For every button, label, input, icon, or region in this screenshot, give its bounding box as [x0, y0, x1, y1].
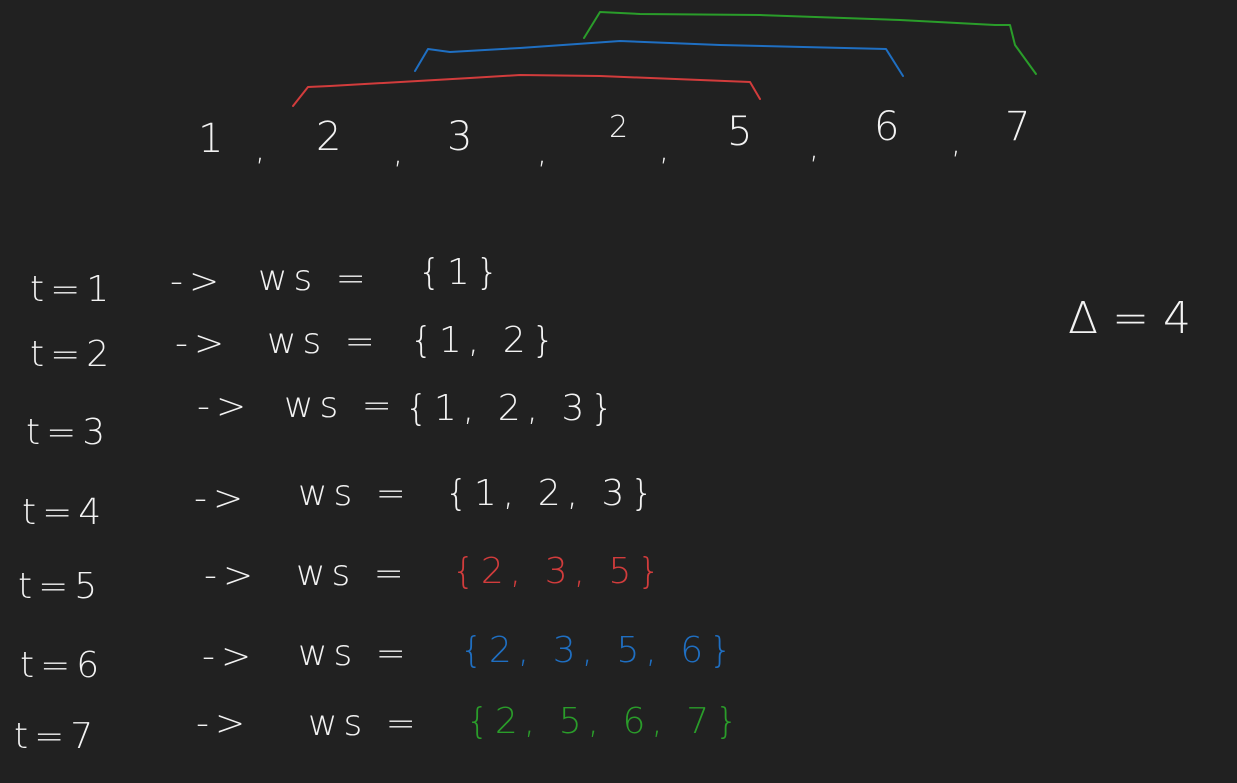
arrow-symbol: ->	[194, 478, 249, 519]
sequence-comma: ,	[951, 123, 961, 161]
ws-label: ws =	[284, 385, 398, 426]
delta-label: Δ = 4	[1068, 293, 1191, 344]
working-set: {1, 2, 3}	[405, 388, 619, 429]
arrow-symbol: ->	[197, 386, 252, 427]
row-t2: t=2 -> ws = {1, 2}	[30, 320, 561, 375]
sequence-comma: ,	[659, 130, 669, 168]
row-t4: t=4 -> ws = {1, 2, 3}	[22, 473, 659, 533]
arrow-symbol: ->	[202, 636, 257, 677]
sequence-comma: ,	[537, 133, 547, 171]
sequence-comma: ,	[255, 130, 265, 168]
sequence-value: 2	[316, 114, 341, 160]
row-t1: t=1 -> ws = {1}	[30, 252, 505, 310]
time-label: t=7	[14, 716, 99, 757]
sequence-value: 1	[198, 116, 223, 162]
sequence-value: 5	[727, 109, 752, 155]
ws-label: ws =	[308, 703, 422, 744]
blue-window-bracket	[414, 40, 904, 77]
whiteboard-canvas: 1 , 2 , 3 , 2 , 5 , 6 , 7 t=1 -> ws = {1…	[14, 11, 1191, 757]
arrow-symbol: ->	[175, 323, 230, 364]
row-t6: t=6 -> ws = {2, 3, 5, 6}	[20, 630, 738, 686]
row-t7: t=7 -> ws = {2, 5, 6, 7}	[14, 701, 744, 757]
time-label: t=6	[20, 645, 105, 686]
time-label: t=5	[18, 566, 103, 607]
time-label: t=3	[26, 412, 111, 453]
working-set: {2, 3, 5, 6}	[460, 630, 738, 671]
window-brackets	[292, 11, 1037, 107]
sequence-value: 2	[609, 110, 628, 145]
ws-label: ws =	[298, 473, 412, 514]
arrow-symbol: ->	[204, 555, 259, 596]
sequence-value: 3	[447, 114, 472, 160]
ws-label: ws =	[258, 258, 372, 299]
ws-label: ws =	[298, 633, 412, 674]
working-set-rows: t=1 -> ws = {1} t=2 -> ws = {1, 2} t=3 -…	[14, 252, 744, 757]
time-label: t=1	[30, 269, 115, 310]
working-set: {1, 2}	[410, 320, 561, 361]
arrow-symbol: ->	[170, 261, 225, 302]
working-set: {1}	[418, 252, 505, 293]
arrow-symbol: ->	[196, 703, 251, 744]
sequence-value: 7	[1005, 104, 1030, 150]
time-label: t=2	[30, 334, 115, 375]
sequence-comma: ,	[809, 128, 819, 166]
row-t5: t=5 -> ws = {2, 3, 5}	[18, 551, 666, 607]
working-set: {2, 5, 6, 7}	[466, 701, 744, 742]
sequence-value: 6	[874, 104, 899, 150]
sequence: 1 , 2 , 3 , 2 , 5 , 6 , 7	[198, 104, 1030, 171]
time-label: t=4	[22, 492, 107, 533]
red-window-bracket	[292, 74, 761, 107]
row-t3: t=3 -> ws = {1, 2, 3}	[26, 385, 619, 453]
ws-label: ws =	[267, 321, 381, 362]
working-set: {1, 2, 3}	[445, 473, 659, 514]
ws-label: ws =	[296, 553, 410, 594]
working-set: {2, 3, 5}	[452, 551, 666, 592]
sequence-comma: ,	[393, 133, 403, 171]
